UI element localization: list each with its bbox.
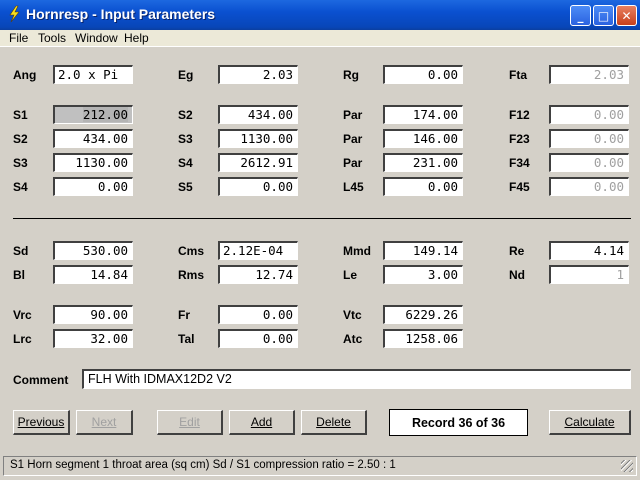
- close-icon: ✕: [621, 8, 632, 23]
- field-cms[interactable]: 2.12E-04: [218, 241, 298, 260]
- field-f12: 0.00: [549, 105, 629, 124]
- label-f45: F45: [509, 180, 530, 194]
- window-title: Hornresp - Input Parameters: [26, 6, 216, 22]
- field-s4-seg3[interactable]: 2612.91: [218, 153, 298, 172]
- status-bar: S1 Horn segment 1 throat area (sq cm) Sd…: [3, 456, 637, 476]
- field-mmd[interactable]: 149.14: [383, 241, 463, 260]
- menu-window[interactable]: Window: [75, 31, 118, 45]
- label-ang: Ang: [13, 68, 37, 82]
- label-nd: Nd: [509, 268, 525, 282]
- status-text: S1 Horn segment 1 throat area (sq cm) Sd…: [10, 459, 396, 471]
- menu-help[interactable]: Help: [124, 31, 149, 45]
- label-s1: S1: [13, 108, 28, 122]
- label-f12: F12: [509, 108, 530, 122]
- field-f34: 0.00: [549, 153, 629, 172]
- label-re: Re: [509, 244, 525, 258]
- label-par1: Par: [343, 108, 363, 122]
- label-rms: Rms: [178, 268, 205, 282]
- minimize-button[interactable]: _: [570, 5, 591, 26]
- label-s4-seg3: S4: [178, 156, 193, 170]
- label-bl: Bl: [13, 268, 25, 282]
- label-s2: S2: [13, 132, 28, 146]
- edit-button: Edit: [157, 410, 223, 435]
- add-button[interactable]: Add: [229, 410, 295, 435]
- title-bar[interactable]: Hornresp - Input Parameters _ □ ✕: [0, 0, 640, 30]
- field-ang[interactable]: 2.0 x Pi: [53, 65, 133, 84]
- label-eg: Eg: [178, 68, 194, 82]
- label-s5: S5: [178, 180, 193, 194]
- label-atc: Atc: [343, 332, 363, 346]
- label-fr: Fr: [178, 308, 190, 322]
- lightning-bolt-icon: [9, 5, 20, 23]
- field-par2[interactable]: 146.00: [383, 129, 463, 148]
- label-f34: F34: [509, 156, 530, 170]
- field-rms[interactable]: 12.74: [218, 265, 298, 284]
- field-bl[interactable]: 14.84: [53, 265, 133, 284]
- close-button[interactable]: ✕: [616, 5, 637, 26]
- label-f23: F23: [509, 132, 530, 146]
- field-s5[interactable]: 0.00: [218, 177, 298, 196]
- next-button: Next: [76, 410, 133, 435]
- label-sd: Sd: [13, 244, 29, 258]
- label-s3-seg2: S3: [178, 132, 193, 146]
- maximize-button[interactable]: □: [593, 5, 614, 26]
- field-tal[interactable]: 0.00: [218, 329, 298, 348]
- label-s4: S4: [13, 180, 28, 194]
- field-lrc[interactable]: 32.00: [53, 329, 133, 348]
- field-f45: 0.00: [549, 177, 629, 196]
- field-le[interactable]: 3.00: [383, 265, 463, 284]
- label-tal: Tal: [178, 332, 195, 346]
- field-re[interactable]: 4.14: [549, 241, 629, 260]
- label-s2-seg1: S2: [178, 108, 193, 122]
- field-nd: 1: [549, 265, 629, 284]
- label-lrc: Lrc: [13, 332, 32, 346]
- delete-button[interactable]: Delete: [301, 410, 367, 435]
- resize-grip-icon[interactable]: [621, 460, 633, 472]
- field-s3[interactable]: 1130.00: [53, 153, 133, 172]
- field-s3-seg2[interactable]: 1130.00: [218, 129, 298, 148]
- menu-file[interactable]: File: [9, 31, 28, 45]
- field-par3[interactable]: 231.00: [383, 153, 463, 172]
- section-divider: [13, 218, 631, 219]
- field-f23: 0.00: [549, 129, 629, 148]
- field-par1[interactable]: 174.00: [383, 105, 463, 124]
- field-fta: 2.03: [549, 65, 629, 84]
- field-s2[interactable]: 434.00: [53, 129, 133, 148]
- field-vtc[interactable]: 6229.26: [383, 305, 463, 324]
- field-l45[interactable]: 0.00: [383, 177, 463, 196]
- field-s1[interactable]: 212.00: [53, 105, 133, 124]
- field-rg[interactable]: 0.00: [383, 65, 463, 84]
- label-s3: S3: [13, 156, 28, 170]
- label-cms: Cms: [178, 244, 205, 258]
- label-le: Le: [343, 268, 358, 282]
- label-mmd: Mmd: [343, 244, 371, 258]
- label-l45: L45: [343, 180, 364, 194]
- field-s2-seg1[interactable]: 434.00: [218, 105, 298, 124]
- comment-field[interactable]: FLH With IDMAX12D2 V2: [82, 369, 631, 389]
- menu-tools[interactable]: Tools: [38, 31, 66, 45]
- previous-button[interactable]: Previous: [13, 410, 70, 435]
- label-par2: Par: [343, 132, 363, 146]
- field-atc[interactable]: 1258.06: [383, 329, 463, 348]
- field-eg[interactable]: 2.03: [218, 65, 298, 84]
- record-indicator: Record 36 of 36: [389, 409, 528, 436]
- field-vrc[interactable]: 90.00: [53, 305, 133, 324]
- label-vtc: Vtc: [343, 308, 362, 322]
- field-s4[interactable]: 0.00: [53, 177, 133, 196]
- maximize-icon: □: [597, 8, 610, 23]
- minimize-icon: _: [577, 8, 584, 23]
- label-fta: Fta: [509, 68, 527, 82]
- label-par3: Par: [343, 156, 363, 170]
- field-fr[interactable]: 0.00: [218, 305, 298, 324]
- field-s1-value: 212.00: [82, 107, 128, 122]
- menu-bar: File Tools Window Help: [0, 30, 640, 47]
- label-vrc: Vrc: [13, 308, 32, 322]
- calculate-button[interactable]: Calculate: [549, 410, 631, 435]
- field-sd[interactable]: 530.00: [53, 241, 133, 260]
- label-comment: Comment: [13, 373, 69, 387]
- label-rg: Rg: [343, 68, 359, 82]
